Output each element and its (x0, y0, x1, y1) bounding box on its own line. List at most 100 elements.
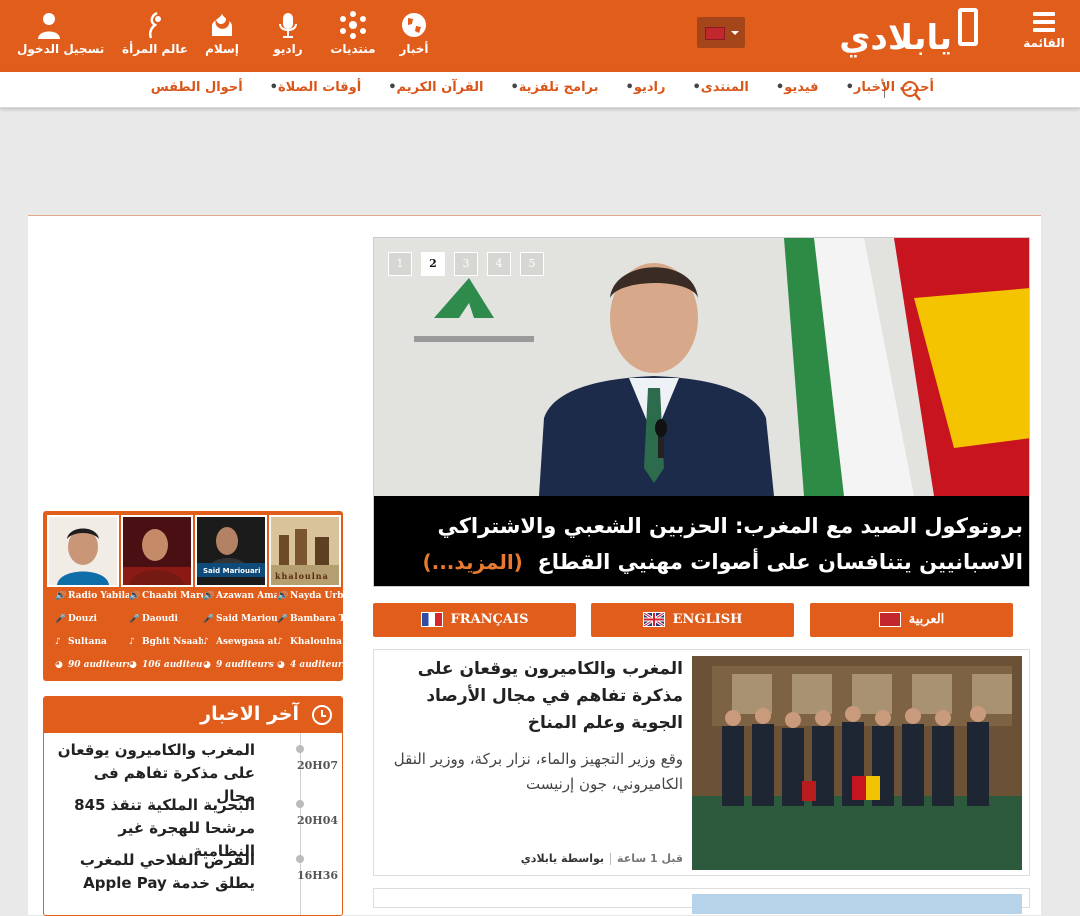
nav-radio-label: راديو (273, 42, 303, 56)
latest-news-text[interactable]: القرض الفلاحي للمغرب يطلق خدمة Apple Pay (55, 849, 255, 895)
radio-station[interactable]: 🔊Chaabi Maroc (129, 591, 203, 611)
nav-login-label: تسجيل الدخول (17, 42, 105, 56)
nav-news[interactable]: أخبار (382, 10, 446, 56)
slider-page-4[interactable]: 4 (487, 252, 511, 276)
latest-news-time: 20H04 (297, 814, 339, 827)
slider-page-5[interactable]: 5 (520, 252, 544, 276)
slide-caption: بروتوكول الصيد مع المغرب: الحزبين الشعبي… (374, 496, 1029, 586)
divider (610, 853, 612, 865)
radio-thumb[interactable]: khaloulna (269, 515, 341, 587)
speaker-icon: 🔊 (55, 591, 67, 601)
logo-mark (958, 8, 978, 46)
nav-login[interactable]: تسجيل الدخول (17, 10, 105, 56)
radio-thumb[interactable]: Said Mariouari (195, 515, 267, 587)
radio-thumb[interactable] (121, 515, 193, 587)
latest-news-title: آخر الاخبار (200, 703, 299, 725)
slider-page-3[interactable]: 3 (454, 252, 478, 276)
morocco-flag-icon (878, 612, 901, 627)
speaker-icon: 🔊 (277, 591, 289, 601)
radio-thumb-caption: khaloulna (275, 571, 329, 581)
headphones-icon: ◕ (203, 660, 211, 670)
news-title[interactable]: المغرب والكاميرون يوقعان على مذكرة تفاهم… (383, 656, 683, 737)
music-note-icon: ♪ (203, 637, 209, 647)
radio-listeners-row: ◕90 auditeurs ◕106 auditeurs ◕9 auditeur… (43, 660, 348, 680)
news-card[interactable]: المغرب والكاميرون يوقعان على مذكرة تفاهم… (373, 649, 1030, 876)
timeline-dot (296, 745, 304, 753)
speaker-icon: 🔊 (203, 591, 215, 601)
top-bar: تسجيل الدخول عالم المرأة إسلام راديو منت… (0, 0, 1080, 72)
slider-pager: 1 2 3 4 5 (388, 252, 553, 276)
microphone-icon: 🎤 (277, 614, 289, 624)
site-logo[interactable]: يابلادي (826, 8, 982, 58)
music-note-icon: ♪ (55, 637, 61, 647)
timeline-dot (296, 855, 304, 863)
latest-news-header: آخر الاخبار (44, 697, 342, 733)
radio-listeners: ◕ 9 auditeurs (203, 660, 274, 670)
france-flag-icon (420, 612, 443, 627)
nav-islam[interactable]: إسلام (190, 10, 254, 56)
radio-track: ♪ Khaloulna (277, 637, 342, 647)
headphones-icon: ◕ (277, 660, 285, 670)
country-dropdown[interactable] (697, 17, 745, 48)
radio-track-row: ♪Sultana ♪Bghit Nsaaha ♪Asewgasa atas i … (43, 637, 343, 657)
radio-listeners: ◕ 90 auditeurs (55, 660, 129, 670)
subnav-item[interactable]: أحوال الطقس (142, 80, 252, 95)
subnav-item[interactable]: •أوقات الصلاة (252, 80, 371, 95)
lang-english-button[interactable]: ENGLISH (591, 603, 794, 637)
radio-thumb[interactable] (47, 515, 119, 587)
music-note-icon: ♪ (277, 637, 283, 647)
radio-station-row: 🔊Radio Yabiladi 🔊Chaabi Maroc 🔊Azawan Am… (43, 591, 351, 611)
subnav-item[interactable]: •برامج تلفزية (492, 80, 607, 95)
nav-women[interactable]: عالم المرأة (122, 10, 188, 56)
lang-french-label: FRANÇAIS (450, 612, 529, 627)
subnav-item[interactable]: •فيديو (758, 80, 828, 95)
forums-icon (340, 11, 366, 39)
radio-thumb-caption: Said Mariouari (203, 567, 261, 575)
news-author: بواسطة يابلادي (520, 852, 605, 865)
news-photo (692, 656, 1022, 870)
lang-english-label: ENGLISH (672, 612, 743, 627)
slide-title[interactable]: بروتوكول الصيد مع المغرب: الحزبين الشعبي… (383, 508, 1023, 580)
secondary-nav: •أحدث الأخبار •فيديو •المنتدى •راديو •بر… (0, 72, 1080, 108)
subnav-item[interactable]: •القرآن الكريم (370, 80, 492, 95)
subnav-item[interactable]: •راديو (608, 80, 675, 95)
radio-host: 🎤Said Mariouari (203, 614, 277, 624)
nav-radio[interactable]: راديو (256, 10, 320, 56)
slider-page-1[interactable]: 1 (388, 252, 412, 276)
news-card[interactable] (373, 888, 1030, 914)
microphone-icon (279, 13, 297, 38)
headphones-icon: ◕ (55, 660, 63, 670)
microphone-icon: 🎤 (203, 614, 215, 624)
radio-host: 🎤 Douzi (55, 614, 97, 624)
radio-station[interactable]: 🔊 Nayda Urban (277, 591, 351, 611)
lang-french-button[interactable]: FRANÇAIS (373, 603, 576, 637)
menu-button[interactable]: القائمة (1020, 12, 1068, 50)
speaker-icon: 🔊 (129, 591, 141, 601)
subnav-item[interactable]: •أحدث الأخبار (828, 80, 943, 95)
read-more-link[interactable]: (المزيد...) (422, 550, 522, 574)
radio-host: 🎤 Bambara Tri (277, 614, 351, 624)
featured-slider[interactable]: 1 2 3 4 5 بروتوكول الصيد مع المغرب: الحز… (373, 237, 1030, 587)
music-note-icon: ♪ (129, 637, 135, 647)
lang-arabic-button[interactable]: العربية (810, 603, 1013, 637)
timeline-dot (296, 800, 304, 808)
uk-flag-icon (642, 612, 665, 627)
nav-forums[interactable]: منتديات (321, 10, 385, 56)
news-photo (692, 894, 1022, 914)
lang-arabic-label: العربية (908, 612, 945, 627)
nav-news-label: أخبار (399, 42, 429, 56)
latest-news-panel: آخر الاخبار 20H07 المغرب والكاميرون يوقع… (43, 696, 343, 916)
radio-widget: Said Mariouari khaloulna 🔊Radio Yabiladi… (43, 511, 351, 681)
radio-host: 🎤 Daoudi (129, 614, 178, 624)
subnav-item[interactable]: •المنتدى (674, 80, 757, 95)
radio-station[interactable]: 🔊Radio Yabiladi (55, 591, 129, 611)
woman-icon (148, 11, 161, 39)
secondary-nav-list: •أحدث الأخبار •فيديو •المنتدى •راديو •بر… (142, 80, 943, 95)
nav-islam-label: إسلام (205, 42, 239, 56)
chevron-down-icon (731, 31, 739, 35)
hamburger-icon (1020, 12, 1068, 32)
slide-photo (374, 238, 1029, 496)
radio-track: ♪Bghit Nsaaha (129, 637, 203, 647)
radio-station[interactable]: 🔊Azawan Amazigh (203, 591, 277, 611)
slider-page-2[interactable]: 2 (421, 252, 445, 276)
